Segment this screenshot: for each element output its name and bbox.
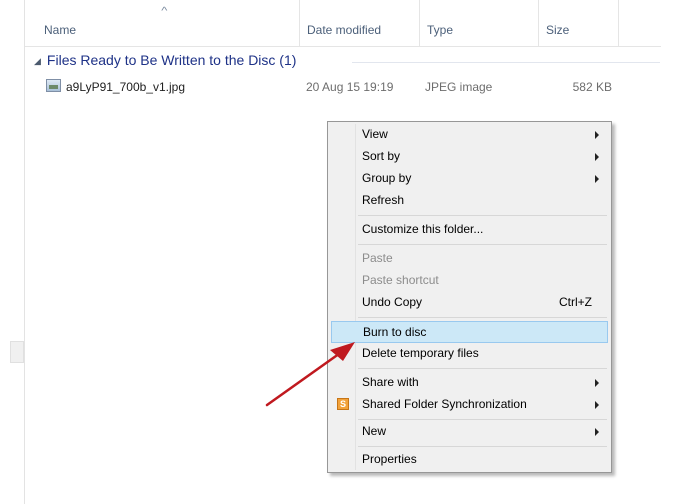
annotation-arrow-shaft <box>265 349 345 407</box>
annotation-arrow <box>265 342 355 407</box>
